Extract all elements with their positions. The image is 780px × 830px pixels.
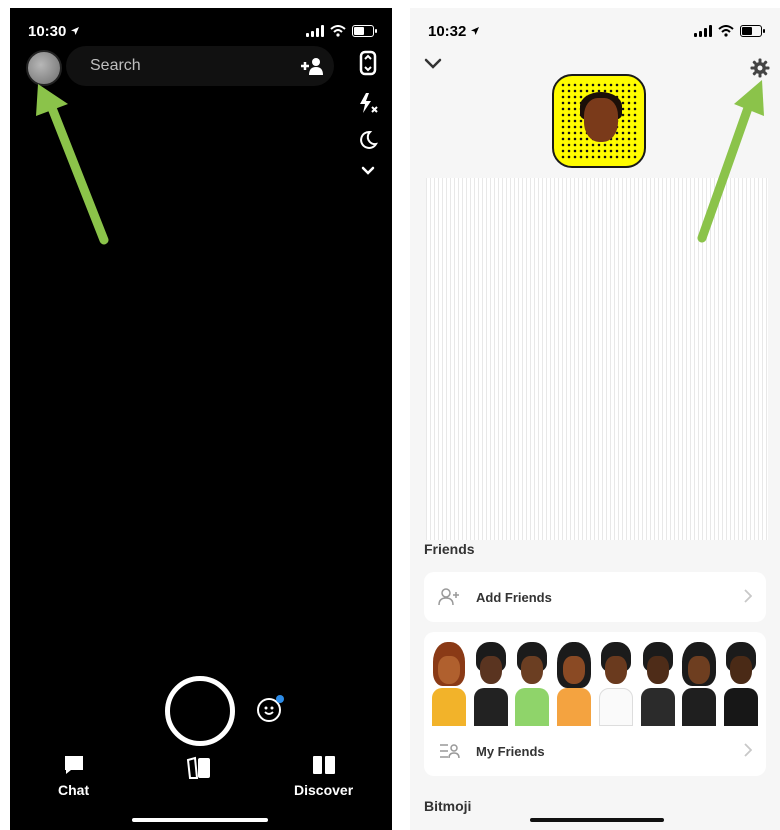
friend-bitmoji [598, 642, 633, 726]
nav-memories[interactable] [185, 756, 215, 780]
add-friends-label: Add Friends [476, 589, 552, 605]
friend-bitmoji [640, 642, 675, 726]
nav-chat-label: Chat [58, 782, 90, 798]
location-arrow-icon [71, 27, 80, 35]
camera-tools [354, 50, 382, 176]
add-friends-card[interactable]: Add Friends [424, 572, 766, 622]
bottom-nav: Chat Discover [10, 754, 392, 802]
friend-bitmoji [723, 642, 758, 726]
status-time: 10:32 [428, 22, 467, 40]
lens-button[interactable] [257, 695, 284, 722]
add-friend-outline-icon [438, 588, 459, 606]
chevron-down-icon[interactable] [361, 166, 375, 176]
friend-bitmoji [557, 642, 592, 726]
location-arrow-icon [471, 27, 480, 35]
gear-icon[interactable] [750, 58, 770, 78]
chevron-down-icon[interactable] [424, 58, 442, 70]
notification-dot [276, 695, 284, 703]
friend-bitmoji [432, 642, 466, 726]
search-input[interactable] [88, 56, 299, 76]
add-friend-button[interactable] [299, 57, 325, 75]
annotation-arrow-right [697, 80, 764, 243]
wifi-icon [718, 25, 734, 37]
chevron-right-icon [744, 589, 752, 603]
snapcode[interactable] [552, 74, 646, 168]
chat-icon [64, 756, 83, 774]
bitmoji-face [584, 98, 618, 142]
wifi-icon [330, 25, 346, 37]
flip-camera-icon[interactable] [358, 50, 378, 76]
discover-icon [312, 756, 335, 774]
bitmoji-section-title: Bitmoji [424, 798, 472, 814]
friend-bitmoji [682, 642, 717, 726]
battery-icon [740, 25, 765, 37]
my-friends-row[interactable]: My Friends [424, 726, 766, 776]
add-friend-icon [301, 58, 323, 75]
signal-icon [694, 25, 712, 37]
memories-icon [186, 756, 210, 779]
nav-discover[interactable]: Discover [294, 754, 353, 798]
chevron-right-icon [744, 743, 752, 757]
friends-list-icon [440, 744, 460, 759]
capture-button[interactable] [165, 676, 235, 746]
lens-icon [264, 706, 274, 715]
my-friends-label: My Friends [476, 743, 545, 759]
flash-off-icon[interactable] [357, 92, 379, 114]
friend-bitmoji [473, 642, 508, 726]
annotation-arrow-left [36, 84, 109, 245]
friend-bitmoji [515, 642, 550, 726]
friends-section-title: Friends [424, 541, 475, 557]
night-mode-icon[interactable] [358, 130, 378, 150]
friends-bitmoji-strip [432, 642, 758, 726]
battery-icon [352, 25, 377, 37]
my-friends-card[interactable]: My Friends [424, 632, 766, 776]
nav-discover-label: Discover [294, 782, 354, 798]
nav-chat[interactable]: Chat [58, 754, 89, 798]
add-friends-row[interactable]: Add Friends [424, 572, 766, 622]
home-indicator [530, 818, 664, 822]
status-bar: 10:30 [28, 20, 377, 42]
status-bar: 10:32 [428, 20, 765, 42]
status-time: 10:30 [28, 22, 67, 40]
home-indicator [132, 818, 268, 822]
signal-icon [306, 25, 324, 37]
